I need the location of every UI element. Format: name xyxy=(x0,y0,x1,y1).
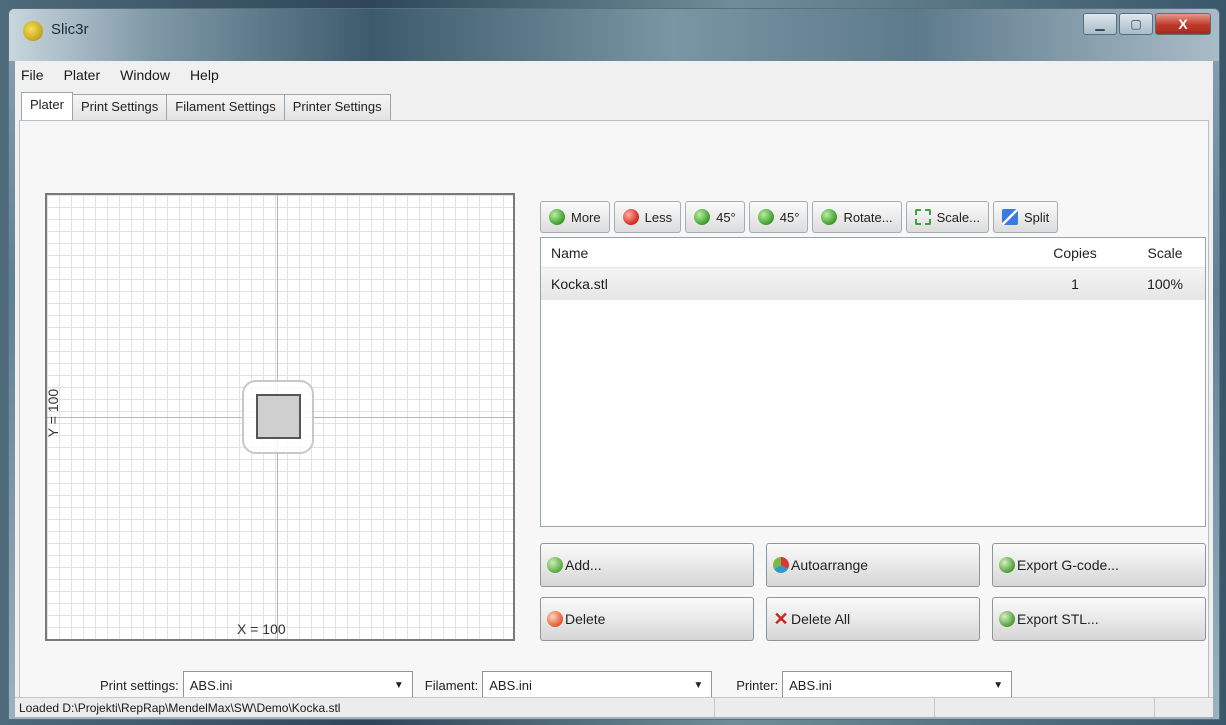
rotate-ccw-label: 45° xyxy=(716,209,736,225)
delete-button[interactable]: Delete xyxy=(540,597,754,641)
client-area: File Plater Window Help Plater Print Set… xyxy=(15,61,1213,717)
rotate-cw-icon xyxy=(757,209,774,225)
delete-label: Delete xyxy=(565,611,606,627)
export-gcode-button[interactable]: Export G-code... xyxy=(992,543,1206,587)
tab-print-settings[interactable]: Print Settings xyxy=(71,94,168,120)
object-list[interactable]: Name Copies Scale Kocka.stl 1 100% xyxy=(540,237,1206,527)
action-buttons: Add... Autoarrange Export G-code... Dele… xyxy=(540,543,1208,641)
row-copies: 1 xyxy=(1071,276,1079,292)
autoarrange-icon xyxy=(773,557,789,573)
filament-value: ABS.ini xyxy=(489,677,532,693)
slic3r-app-icon xyxy=(23,21,43,41)
less-button[interactable]: Less xyxy=(613,201,682,233)
filament-label: Filament: xyxy=(424,677,479,693)
window-controls: ▁ ▢ X xyxy=(1083,13,1211,35)
delete-icon xyxy=(547,611,563,627)
menu-plater[interactable]: Plater xyxy=(62,67,103,83)
split-label: Split xyxy=(1023,209,1050,225)
printer-label: Printer: xyxy=(736,677,779,693)
menu-bar: File Plater Window Help xyxy=(19,67,221,83)
delete-all-button[interactable]: ✕ Delete All xyxy=(766,597,980,641)
export-icon xyxy=(999,611,1015,627)
export-icon xyxy=(999,557,1015,573)
column-header-copies[interactable]: Copies xyxy=(1025,245,1125,261)
maximize-button[interactable]: ▢ xyxy=(1119,13,1153,35)
rotate-cw-button[interactable]: 45° xyxy=(748,201,809,233)
row-scale: 100% xyxy=(1147,276,1183,292)
autoarrange-button[interactable]: Autoarrange xyxy=(766,543,980,587)
tab-plater[interactable]: Plater xyxy=(21,92,73,120)
rotate-ccw-icon xyxy=(694,209,711,225)
rotate-button[interactable]: Rotate... xyxy=(812,201,902,233)
delete-all-x-icon: ✕ xyxy=(773,609,789,629)
add-button[interactable]: Add... xyxy=(540,543,754,587)
filament-select[interactable]: ABS.ini ▼ xyxy=(482,671,713,699)
split-button[interactable]: Split xyxy=(992,201,1059,233)
tab-printer-settings[interactable]: Printer Settings xyxy=(283,94,391,120)
menu-window[interactable]: Window xyxy=(118,67,172,83)
status-segment xyxy=(935,698,1155,717)
print-settings-label: Print settings: xyxy=(100,677,179,693)
scale-label: Scale... xyxy=(936,209,980,225)
autoarrange-label: Autoarrange xyxy=(791,557,869,573)
chevron-down-icon: ▼ xyxy=(693,679,704,691)
object-kocka-outline[interactable] xyxy=(242,380,314,454)
chevron-down-icon: ▼ xyxy=(993,679,1004,691)
print-settings-select[interactable]: ABS.ini ▼ xyxy=(182,671,413,699)
app-window: Slic3r ▁ ▢ X File Plater Window Help Pla… xyxy=(8,8,1220,720)
object-kocka-shape[interactable] xyxy=(256,394,301,439)
rotate-label: Rotate... xyxy=(843,209,893,225)
add-label: Add... xyxy=(565,557,602,573)
less-label: Less xyxy=(644,209,673,225)
plater-canvas[interactable]: X = 100 Y = 100 xyxy=(45,193,515,641)
table-row[interactable]: Kocka.stl 1 100% xyxy=(541,268,1205,300)
plater-x-label: X = 100 xyxy=(237,621,286,637)
object-list-header: Name Copies Scale xyxy=(541,238,1205,268)
menu-file[interactable]: File xyxy=(19,67,46,83)
tab-bar: Plater Print Settings Filament Settings … xyxy=(21,92,391,120)
more-label: More xyxy=(571,209,601,225)
object-toolbar: More Less 45° 45° Rotate... Scale... Spl… xyxy=(540,201,1059,233)
print-settings-value: ABS.ini xyxy=(189,677,233,693)
row-name: Kocka.stl xyxy=(551,276,608,292)
minus-circle-icon xyxy=(622,209,639,225)
add-icon xyxy=(547,557,563,573)
plus-circle-icon xyxy=(549,209,565,225)
tab-filament-settings[interactable]: Filament Settings xyxy=(166,94,285,120)
window-title: Slic3r xyxy=(51,21,89,38)
export-stl-button[interactable]: Export STL... xyxy=(992,597,1206,641)
status-segment xyxy=(715,698,935,717)
status-text: Loaded D:\Projekti\RepRap\MendelMax\SW\D… xyxy=(15,698,715,717)
rotate-ccw-button[interactable]: 45° xyxy=(685,201,745,233)
plater-panel: X = 100 Y = 100 More Less 45° 45° Rotate… xyxy=(19,120,1209,700)
column-header-name[interactable]: Name xyxy=(541,245,1025,261)
title-bar: Slic3r ▁ ▢ X xyxy=(9,9,1219,61)
export-gcode-label: Export G-code... xyxy=(1017,557,1119,573)
printer-value: ABS.ini xyxy=(789,677,832,693)
rotate-icon xyxy=(821,209,838,225)
plater-y-label: Y = 100 xyxy=(45,388,62,438)
rotate-cw-label: 45° xyxy=(779,209,800,225)
menu-help[interactable]: Help xyxy=(188,67,221,83)
scale-icon xyxy=(914,209,931,225)
close-button[interactable]: X xyxy=(1155,13,1211,35)
scale-button[interactable]: Scale... xyxy=(905,201,989,233)
split-icon xyxy=(1001,209,1018,225)
column-header-scale[interactable]: Scale xyxy=(1125,245,1205,261)
preset-selectors: Print settings: ABS.ini ▼ Filament: ABS.… xyxy=(100,671,1013,699)
delete-all-label: Delete All xyxy=(791,611,851,627)
export-stl-label: Export STL... xyxy=(1017,611,1099,627)
more-button[interactable]: More xyxy=(540,201,610,233)
minimize-button[interactable]: ▁ xyxy=(1083,13,1117,35)
status-bar: Loaded D:\Projekti\RepRap\MendelMax\SW\D… xyxy=(15,697,1213,717)
chevron-down-icon: ▼ xyxy=(393,679,404,691)
printer-select[interactable]: ABS.ini ▼ xyxy=(782,671,1013,699)
